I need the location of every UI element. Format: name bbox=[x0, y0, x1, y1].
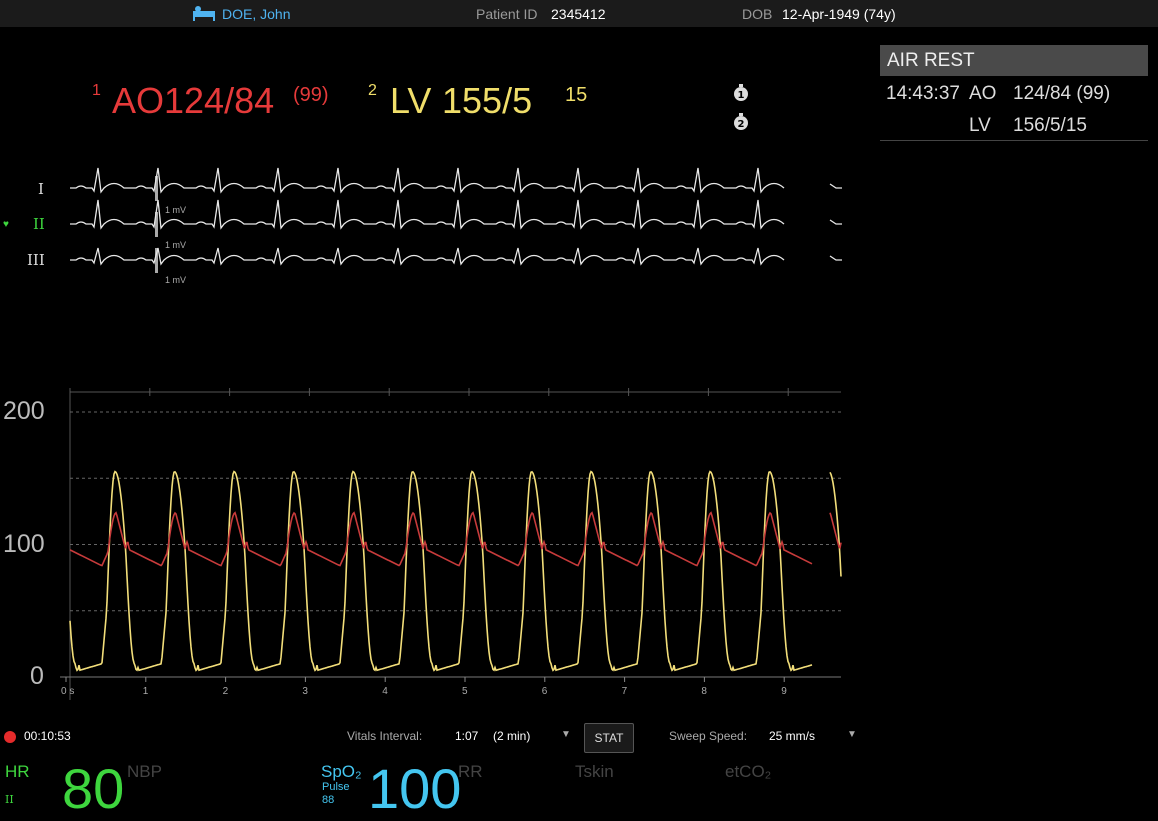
ecg-lead-i-trace bbox=[70, 167, 842, 194]
panel-time: 14:43:37 bbox=[886, 83, 960, 104]
ao-mean: (99) bbox=[293, 84, 329, 106]
pressure-time-tick-label: 0 s bbox=[61, 686, 75, 697]
patient-bed-icon[interactable] bbox=[192, 5, 216, 21]
pulse-label: Pulse bbox=[322, 781, 350, 793]
hr-value[interactable]: 80 bbox=[62, 756, 124, 821]
spo2-label: SpO₂ bbox=[321, 762, 362, 781]
pressure-waveform-chart bbox=[60, 388, 842, 700]
lv-label[interactable]: LV bbox=[390, 80, 431, 122]
pressure-time-tick-label: 8 bbox=[701, 686, 707, 697]
lv-value[interactable]: 155/5 bbox=[442, 80, 532, 122]
patient-header-bar: DOE, John Patient ID 2345412 DOB 12-Apr-… bbox=[0, 0, 1158, 27]
patient-id-value: 2345412 bbox=[551, 6, 606, 22]
vitals-interval-value[interactable]: 1:07 bbox=[455, 729, 478, 743]
spo2-value[interactable]: 100 bbox=[368, 756, 461, 821]
panel-lv-label: LV bbox=[969, 115, 991, 136]
dob-value: 12-Apr-1949 (74y) bbox=[782, 6, 896, 22]
pressure-time-ticks bbox=[65, 677, 785, 682]
vitals-interval-period[interactable]: (2 min) bbox=[493, 729, 530, 743]
ecg-lead-iii-trace bbox=[70, 247, 842, 266]
timer-1-icon[interactable]: 1 bbox=[732, 84, 750, 102]
pulse-value: 88 bbox=[322, 794, 335, 806]
pressure-time-tick-label: 4 bbox=[382, 686, 388, 697]
pressure-time-tick-label: 1 bbox=[142, 686, 149, 697]
stat-button[interactable]: STAT bbox=[584, 723, 634, 753]
nbp-label[interactable]: NBP bbox=[127, 762, 162, 782]
elapsed-time: 00:10:53 bbox=[24, 729, 71, 743]
panel-ao-label: AO bbox=[969, 83, 997, 104]
pressure-time-tick-label: 6 bbox=[541, 686, 548, 697]
svg-text:2: 2 bbox=[738, 119, 745, 130]
hr-lead: II bbox=[5, 793, 14, 806]
sweep-speed-dropdown-icon[interactable]: ▼ bbox=[847, 729, 857, 740]
vitals-interval-label: Vitals Interval: bbox=[347, 729, 423, 743]
patient-name[interactable]: DOE, John bbox=[222, 6, 290, 22]
pressure-time-tick-label: 7 bbox=[621, 686, 628, 697]
pressure-time-tick-label: 9 bbox=[781, 686, 787, 697]
tskin-label[interactable]: Tskin bbox=[575, 762, 614, 782]
vitals-interval-dropdown-icon[interactable]: ▼ bbox=[561, 729, 571, 740]
patient-id-label: Patient ID bbox=[476, 6, 538, 22]
lv-channel-index: 2 bbox=[368, 82, 377, 99]
ecg-waveforms bbox=[70, 167, 842, 273]
ao-channel-index: 1 bbox=[92, 82, 101, 99]
pressure-time-tick-label: 2 bbox=[222, 686, 229, 697]
ao-pressure-trace bbox=[69, 511, 813, 567]
lv-pressure-trace bbox=[69, 470, 813, 672]
lv-pressure-trace-tail bbox=[829, 471, 842, 577]
hr-label: HR bbox=[5, 762, 30, 781]
panel-lv-value: 156/5/15 bbox=[1013, 115, 1087, 136]
air-rest-panel[interactable]: AIR REST 14:43:37 AO 124/84 (99) LV 156/… bbox=[880, 45, 1148, 141]
panel-divider bbox=[880, 140, 1148, 141]
sweep-speed-label: Sweep Speed: bbox=[669, 729, 748, 743]
lv-edp: 15 bbox=[565, 84, 588, 106]
panel-title: AIR REST bbox=[880, 45, 1148, 76]
panel-ao-value: 124/84 (99) bbox=[1013, 83, 1111, 104]
rr-label[interactable]: RR bbox=[458, 762, 483, 782]
ao-label[interactable]: AO bbox=[112, 80, 164, 122]
etco2-label[interactable]: etCO₂ bbox=[725, 762, 771, 782]
dob-label: DOB bbox=[742, 6, 773, 22]
ao-value[interactable]: 124/84 bbox=[164, 80, 274, 122]
ecg-lead-ii-trace bbox=[70, 199, 842, 230]
recording-indicator-icon bbox=[4, 731, 16, 743]
pressure-time-tick-label: 5 bbox=[462, 686, 468, 697]
pressure-time-tick-label: 3 bbox=[302, 686, 308, 697]
svg-text:1: 1 bbox=[738, 90, 745, 101]
sweep-speed-value[interactable]: 25 mm/s bbox=[769, 729, 815, 743]
timer-2-icon[interactable]: 2 bbox=[732, 113, 750, 131]
